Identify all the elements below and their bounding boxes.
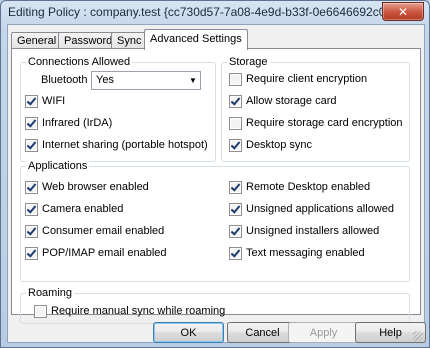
checkbox-label: Unsigned installers allowed: [246, 225, 380, 237]
tab-general[interactable]: General: [11, 32, 63, 49]
roaming-group-label: Roaming: [26, 286, 75, 300]
checkbox-label: Desktop sync: [246, 139, 313, 151]
checkbox-box[interactable]: [25, 246, 38, 260]
checkbox-box[interactable]: [229, 180, 242, 194]
connections-group-label: Connections Allowed: [26, 55, 133, 69]
checkbox-box[interactable]: [229, 94, 242, 108]
checkbox-box[interactable]: [34, 304, 47, 318]
checkbox-box[interactable]: [25, 94, 38, 108]
checkbox-box[interactable]: [25, 180, 38, 194]
applications-group-label: Applications: [26, 159, 90, 173]
checkbox-label: Require manual sync while roaming: [51, 305, 226, 317]
cancel-button-label: Cancel: [245, 326, 280, 339]
pop-imap-email-checkbox[interactable]: POP/IMAP email enabled: [25, 246, 167, 260]
checkbox-box[interactable]: [229, 246, 242, 260]
bluetooth-label: Bluetooth: [41, 74, 88, 86]
resize-grip-icon[interactable]: [413, 331, 423, 341]
tab-advanced-settings[interactable]: Advanced Settings: [144, 29, 248, 50]
text-messaging-checkbox[interactable]: Text messaging enabled: [229, 246, 365, 260]
unsigned-applications-checkbox[interactable]: Unsigned applications allowed: [229, 202, 394, 216]
camera-checkbox[interactable]: Camera enabled: [25, 202, 123, 216]
chevron-down-icon[interactable]: ▼: [186, 72, 200, 89]
unsigned-installers-checkbox[interactable]: Unsigned installers allowed: [229, 224, 379, 238]
checkbox-label: Consumer email enabled: [42, 225, 165, 237]
dialog-window: Editing Policy : company.test {cc730d57-…: [0, 0, 430, 348]
checkbox-label: Camera enabled: [42, 203, 124, 215]
checkbox-label: Require storage card encryption: [246, 117, 403, 129]
apply-button[interactable]: Apply: [288, 322, 359, 343]
roaming-group: Roaming Require manual sync while roamin…: [20, 286, 410, 324]
manual-sync-roaming-checkbox[interactable]: Require manual sync while roaming: [34, 304, 225, 318]
checkbox-box[interactable]: [229, 116, 242, 130]
checkbox-label: Internet sharing (portable hotspot): [42, 139, 208, 151]
checkbox-box[interactable]: [229, 138, 242, 152]
close-icon: ✕: [397, 4, 409, 19]
desktop-sync-checkbox[interactable]: Desktop sync: [229, 138, 312, 152]
consumer-email-checkbox[interactable]: Consumer email enabled: [25, 224, 164, 238]
close-button[interactable]: ✕: [382, 2, 424, 21]
title-bar[interactable]: Editing Policy : company.test {cc730d57-…: [1, 1, 429, 23]
advanced-settings-panel: Connections Allowed Bluetooth Yes ▼ WIFI…: [11, 48, 421, 324]
remote-desktop-checkbox[interactable]: Remote Desktop enabled: [229, 180, 370, 194]
ok-button-label: OK: [180, 326, 197, 339]
window-title: Editing Policy : company.test {cc730d57-…: [8, 5, 397, 19]
help-button-label: Help: [379, 326, 402, 339]
checkbox-label: Remote Desktop enabled: [246, 181, 371, 193]
require-storage-card-encryption-checkbox[interactable]: Require storage card encryption: [229, 116, 403, 130]
allow-storage-card-checkbox[interactable]: Allow storage card: [229, 94, 337, 108]
checkbox-label: Infrared (IrDA): [42, 117, 113, 129]
checkbox-label: Allow storage card: [246, 95, 337, 107]
storage-group-label: Storage: [227, 55, 270, 69]
tab-sync[interactable]: Sync: [111, 32, 148, 49]
checkbox-label: Require client encryption: [246, 73, 368, 85]
checkbox-label: POP/IMAP email enabled: [42, 247, 167, 259]
checkbox-box[interactable]: [229, 224, 242, 238]
bluetooth-select-value: Yes: [96, 74, 114, 86]
require-client-encryption-checkbox[interactable]: Require client encryption: [229, 72, 367, 86]
dialog-client-area: General Passwords Sync Advanced Settings…: [7, 24, 426, 343]
checkbox-label: Web browser enabled: [42, 181, 149, 193]
checkbox-box[interactable]: [25, 138, 38, 152]
storage-group: Storage Require client encryption Allow …: [221, 55, 410, 162]
checkbox-box[interactable]: [229, 72, 242, 86]
apply-button-label: Apply: [309, 326, 338, 339]
infrared-checkbox[interactable]: Infrared (IrDA): [25, 116, 112, 130]
checkbox-label: WIFI: [42, 95, 66, 107]
checkbox-box[interactable]: [25, 116, 38, 130]
ok-button[interactable]: OK: [153, 322, 224, 343]
checkbox-label: Unsigned applications allowed: [246, 203, 394, 215]
web-browser-checkbox[interactable]: Web browser enabled: [25, 180, 149, 194]
internet-sharing-checkbox[interactable]: Internet sharing (portable hotspot): [25, 138, 208, 152]
connections-group: Connections Allowed Bluetooth Yes ▼ WIFI…: [20, 55, 216, 162]
applications-group: Applications Web browser enabled Camera …: [20, 159, 410, 282]
checkbox-box[interactable]: [25, 202, 38, 216]
checkbox-box[interactable]: [229, 202, 242, 216]
checkbox-label: Text messaging enabled: [246, 247, 365, 259]
wifi-checkbox[interactable]: WIFI: [25, 94, 65, 108]
bluetooth-select[interactable]: Yes ▼: [91, 71, 201, 90]
checkbox-box[interactable]: [25, 224, 38, 238]
